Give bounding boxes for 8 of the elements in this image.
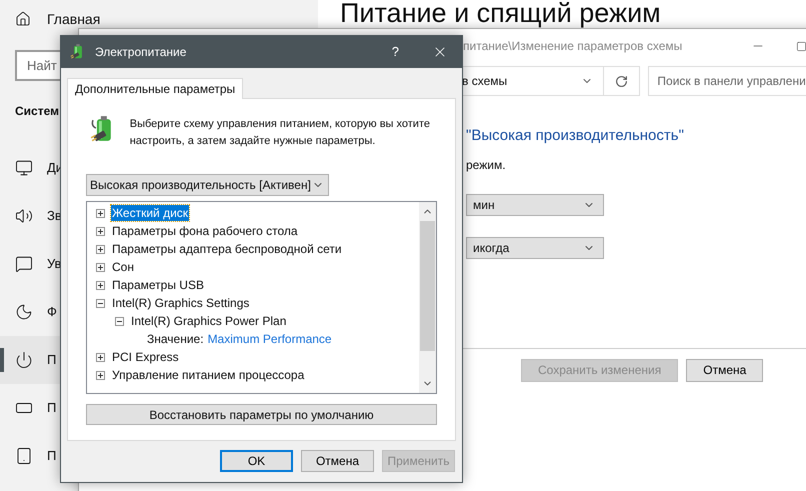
page-title: Питание и спящий режим <box>340 0 662 28</box>
dialog-title: Электропитание <box>95 44 186 61</box>
plan-heading: "Высокая производительность" <box>466 126 685 146</box>
plan-description: режим. <box>466 156 507 174</box>
instructions: Выберите схему управления питанием, которую вы хотите настроить, а затем задайте нужные параметры. <box>130 117 431 149</box>
section-heading: Систем <box>14 103 60 120</box>
setting-label: Значение: <box>147 331 204 348</box>
window-title: питание\Изменение параметров схемы <box>463 38 682 55</box>
